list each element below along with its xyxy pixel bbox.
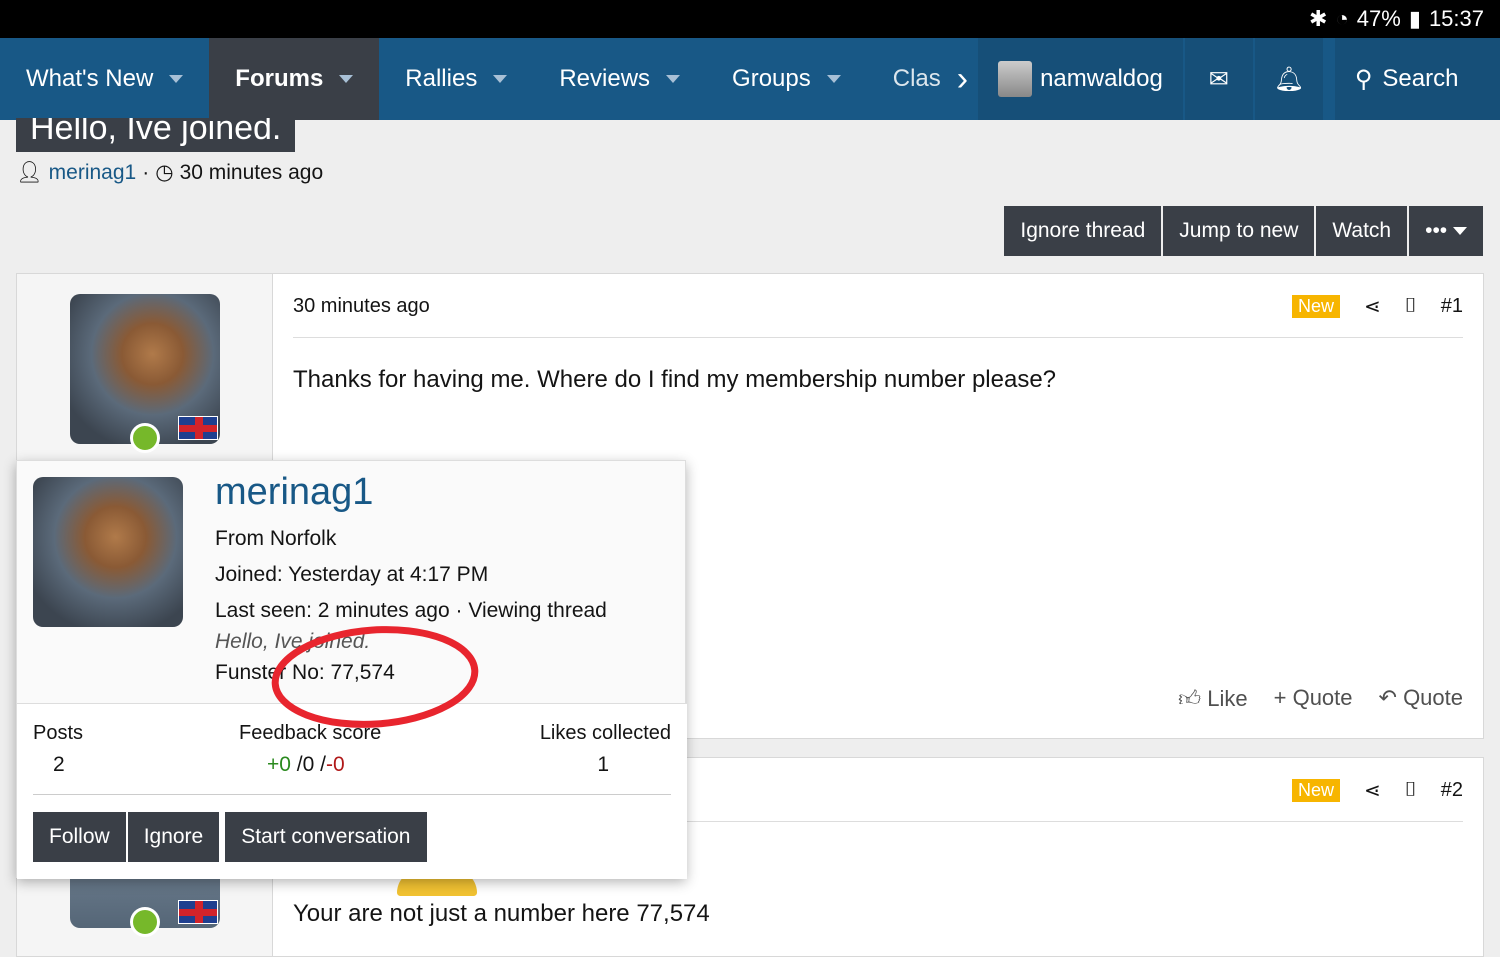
thread-meta: 👤︎ merinag1 · ◷ 30 minutes ago [16, 160, 323, 185]
post-body: Thanks for having me. Where do I find my… [293, 366, 1057, 393]
search-icon: ⚲ [1354, 65, 1373, 93]
top-nav: What's New Forums Rallies Reviews Groups… [0, 38, 1500, 120]
like-label: Like [1207, 686, 1248, 711]
thread-actions: Ignore thread Jump to new Watch ••• [1004, 206, 1483, 256]
red-circle-annotation [271, 626, 479, 728]
nav-reviews[interactable]: Reviews [533, 38, 706, 120]
uk-flag-icon [178, 416, 218, 440]
bell-icon: 🔔︎ [1273, 65, 1305, 93]
alerts-button[interactable]: 🔔︎ [1254, 38, 1323, 120]
nav-rallies[interactable]: Rallies [379, 38, 533, 120]
uk-flag-icon [178, 900, 218, 924]
nav-groups[interactable]: Groups [706, 38, 867, 120]
post-time[interactable]: 30 minutes ago [293, 295, 1268, 318]
nav-label: Rallies [405, 65, 478, 92]
inbox-button[interactable]: ✉ [1184, 38, 1253, 120]
online-status-icon [130, 907, 160, 937]
caret-down-icon[interactable] [339, 75, 354, 83]
user-icon: 👤︎ [16, 160, 43, 184]
nav-classifieds[interactable]: Clas › [867, 38, 978, 120]
status-bar: ✱ ◔ 47% ▮ 15:37 [0, 0, 1500, 38]
nav-forums[interactable]: Forums [209, 38, 380, 120]
member-name[interactable]: merinag1 [215, 471, 373, 514]
username: namwaldog [1040, 65, 1163, 92]
envelope-icon: ✉ [1208, 65, 1229, 93]
share-icon[interactable]: ⋖ [1364, 294, 1381, 319]
nav-whats-new[interactable]: What's New [0, 38, 209, 120]
more-options-button[interactable]: ••• [1409, 206, 1483, 256]
chevron-right-icon[interactable]: › [957, 60, 968, 99]
nav-label: Reviews [559, 65, 651, 92]
post-header: 30 minutes ago New ⋖ ⌷ #1 [293, 294, 1463, 338]
nav-label: Groups [732, 65, 811, 92]
battery-level: 47% [1356, 6, 1401, 31]
posts-label: Posts [33, 722, 84, 744]
new-badge: New [1291, 295, 1340, 318]
user-menu[interactable]: namwaldog [978, 38, 1183, 120]
page-title: Hello, Ive joined. [16, 118, 296, 152]
post-footer: 👍︎ Like + Quote ↶ Quote [1178, 685, 1463, 712]
caret-down-icon[interactable] [666, 75, 681, 83]
start-conversation-button[interactable]: Start conversation [225, 812, 427, 862]
caret-down-icon[interactable] [169, 75, 184, 83]
ignore-button[interactable]: Ignore [127, 812, 220, 862]
more-icon: ••• [1425, 219, 1448, 242]
thread-time[interactable]: 30 minutes ago [180, 161, 324, 185]
joined: Joined: Yesterday at 4:17 PM [215, 563, 489, 586]
feedback-positive: +0 [267, 753, 291, 776]
posts-value: 2 [53, 753, 65, 776]
follow-button[interactable]: Follow [33, 812, 126, 862]
caret-down-icon[interactable] [826, 75, 841, 83]
bluetooth-icon: ✱ [1309, 6, 1328, 31]
nav-label: Clas [892, 65, 941, 92]
bookmark-icon[interactable]: ⌷ [1405, 295, 1417, 318]
wifi-icon: ◔ [1335, 6, 1349, 31]
caret-down-icon [1453, 227, 1467, 235]
quote-button[interactable]: ↶ Quote [1379, 685, 1463, 712]
like-button[interactable]: 👍︎ Like [1178, 685, 1247, 712]
caret-down-icon[interactable] [493, 75, 508, 83]
bookmark-icon[interactable]: ⌷ [1405, 779, 1417, 802]
location: From Norfolk [215, 527, 337, 550]
nav-label: Forums [235, 65, 324, 92]
online-status-icon [130, 423, 160, 453]
likes-label: Likes collected [539, 722, 671, 744]
feedback-negative: -0 [325, 753, 345, 776]
battery-icon: ▮ [1408, 6, 1421, 31]
share-icon[interactable]: ⋖ [1364, 778, 1381, 803]
avatar[interactable] [33, 477, 183, 627]
watch-button[interactable]: Watch [1316, 206, 1408, 256]
ignore-thread-button[interactable]: Ignore thread [1004, 206, 1162, 256]
author-link[interactable]: merinag1 [49, 161, 137, 185]
separator: · [142, 160, 150, 184]
avatar [998, 61, 1033, 97]
jump-to-new-button[interactable]: Jump to new [1163, 206, 1315, 256]
post-number[interactable]: #1 [1441, 295, 1463, 318]
clock-icon: ◷ [155, 161, 174, 184]
new-badge: New [1291, 779, 1340, 802]
search-label: Search [1382, 65, 1459, 92]
post-body: Your are not just a number here 77,574 [293, 900, 710, 927]
divider [33, 794, 671, 795]
search-button[interactable]: ⚲ Search [1334, 38, 1500, 120]
likes-value: 1 [597, 753, 609, 776]
clock: 15:37 [1428, 6, 1484, 31]
nav-label: What's New [26, 65, 154, 92]
multiquote-button[interactable]: + Quote [1274, 685, 1353, 712]
feedback-neutral: /0 / [290, 753, 326, 776]
post-number[interactable]: #2 [1441, 779, 1463, 802]
quote-label: Quote [1403, 685, 1463, 710]
